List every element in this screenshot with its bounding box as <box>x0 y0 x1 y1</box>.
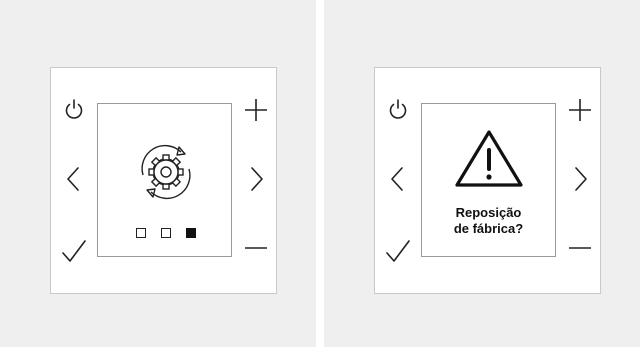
increase-button[interactable] <box>565 95 595 125</box>
chevron-right-icon <box>575 167 587 191</box>
display-screen: Reposição de fábrica? <box>421 103 556 257</box>
decrease-button[interactable] <box>241 233 271 263</box>
power-button[interactable] <box>59 95 89 125</box>
warning-triangle-icon <box>452 126 526 190</box>
right-panel: Reposição de fábrica? <box>324 0 640 347</box>
chevron-right-icon <box>251 167 263 191</box>
gear-refresh-icon <box>135 141 197 203</box>
confirm-button[interactable] <box>59 236 89 266</box>
back-button[interactable] <box>383 164 413 194</box>
back-button[interactable] <box>59 164 89 194</box>
forward-button[interactable] <box>241 164 271 194</box>
left-panel <box>0 0 316 347</box>
checkmark-icon <box>386 240 410 262</box>
increase-button[interactable] <box>241 95 271 125</box>
message-line-2: de fábrica? <box>453 221 524 236</box>
minus-icon <box>569 247 591 249</box>
decrease-button[interactable] <box>565 233 595 263</box>
forward-button[interactable] <box>565 164 595 194</box>
thermostat-device <box>50 67 277 294</box>
power-icon <box>65 99 83 119</box>
display-screen <box>97 103 232 257</box>
plus-icon <box>245 99 267 121</box>
progress-step <box>136 228 146 238</box>
message-line-1: Reposição <box>455 205 522 220</box>
progress-step <box>161 228 171 238</box>
power-button[interactable] <box>383 95 413 125</box>
thermostat-device: Reposição de fábrica? <box>374 67 601 294</box>
minus-icon <box>245 247 267 249</box>
chevron-left-icon <box>391 167 403 191</box>
checkmark-icon <box>62 240 86 262</box>
power-icon <box>389 99 407 119</box>
progress-indicator <box>136 228 196 242</box>
progress-step-active <box>186 228 196 238</box>
confirmation-message: Reposição de fábrica? <box>422 205 555 237</box>
chevron-left-icon <box>67 167 79 191</box>
plus-icon <box>569 99 591 121</box>
confirm-button[interactable] <box>383 236 413 266</box>
